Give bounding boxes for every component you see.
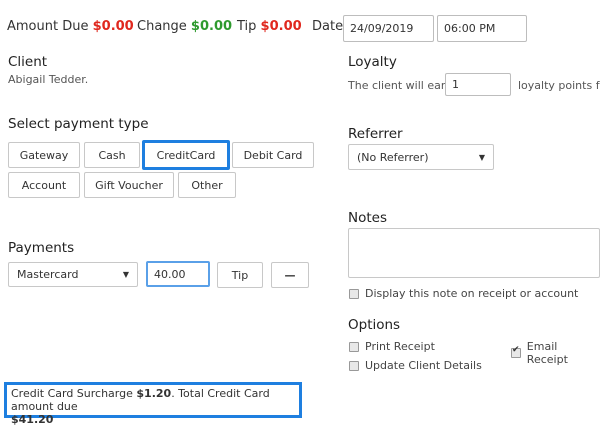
surcharge-total: $41.20: [11, 413, 54, 426]
referrer-select[interactable]: (No Referrer) ▼: [348, 144, 494, 170]
chevron-down-icon: ▼: [478, 152, 485, 162]
client-name: Abigail Tedder.: [8, 73, 89, 86]
cash-button[interactable]: Cash: [84, 142, 140, 168]
loyalty-heading: Loyalty: [348, 54, 397, 70]
remove-payment-button[interactable]: —: [271, 262, 309, 288]
referrer-selected-value: (No Referrer): [357, 150, 429, 164]
options-heading: Options: [348, 317, 401, 333]
print-receipt-checkbox[interactable]: [349, 341, 359, 352]
update-client-label: Update Client Details: [365, 359, 482, 372]
payment-type-heading: Select payment type: [8, 116, 149, 132]
notes-heading: Notes: [348, 210, 387, 226]
gift-voucher-button[interactable]: Gift Voucher: [84, 172, 174, 198]
tip-value: $0.00: [260, 19, 302, 34]
time-input[interactable]: 06:00 PM: [437, 15, 527, 42]
change: Change $0.00: [137, 19, 232, 34]
tip-button[interactable]: Tip: [217, 262, 263, 288]
print-receipt-row[interactable]: Print Receipt: [349, 340, 435, 353]
notes-textarea[interactable]: [348, 228, 600, 278]
display-note-label: Display this note on receipt or account: [365, 287, 579, 300]
email-receipt-row[interactable]: Email Receipt: [511, 340, 600, 366]
date-input[interactable]: 24/09/2019: [343, 15, 434, 42]
debit-card-button[interactable]: Debit Card: [232, 142, 314, 168]
display-note-checkbox-row[interactable]: Display this note on receipt or account: [349, 287, 578, 300]
payment-amount-input[interactable]: 40.00: [146, 261, 210, 287]
payments-heading: Payments: [8, 240, 75, 256]
referrer-heading: Referrer: [348, 126, 403, 142]
client-heading: Client: [8, 54, 48, 70]
amount-due-value: $0.00: [92, 19, 134, 34]
print-receipt-label: Print Receipt: [365, 340, 435, 353]
amount-due-label: Amount Due: [7, 19, 89, 34]
surcharge-notice: Credit Card Surcharge $1.20. Total Credi…: [4, 382, 302, 426]
change-value: $0.00: [190, 19, 233, 34]
other-button[interactable]: Other: [178, 172, 236, 198]
loyalty-points-input[interactable]: 1: [445, 73, 511, 96]
change-label: Change: [137, 19, 187, 34]
chevron-down-icon: ▼: [122, 270, 129, 279]
gateway-button[interactable]: Gateway: [8, 142, 80, 168]
amount-due: Amount Due $0.00: [7, 19, 134, 34]
tip-label: Tip: [237, 19, 257, 34]
date-label: Date: [312, 19, 344, 34]
email-receipt-checkbox[interactable]: [511, 345, 521, 358]
email-receipt-label: Email Receipt: [526, 340, 568, 366]
account-button[interactable]: Account: [8, 172, 80, 198]
payment-method-value: Mastercard: [17, 268, 79, 281]
update-client-checkbox[interactable]: [349, 360, 359, 371]
surcharge-amount: $1.20: [136, 387, 172, 400]
tip: Tip $0.00: [237, 19, 302, 34]
loyalty-text-before: The client will earn: [348, 79, 453, 92]
payment-method-select[interactable]: Mastercard ▼: [8, 262, 138, 287]
surcharge-prefix: Credit Card Surcharge: [11, 387, 133, 400]
loyalty-text-after: loyalty points for: [518, 79, 600, 92]
creditcard-button[interactable]: CreditCard: [142, 140, 230, 170]
update-client-row[interactable]: Update Client Details: [349, 359, 482, 372]
display-note-checkbox[interactable]: [349, 288, 359, 299]
